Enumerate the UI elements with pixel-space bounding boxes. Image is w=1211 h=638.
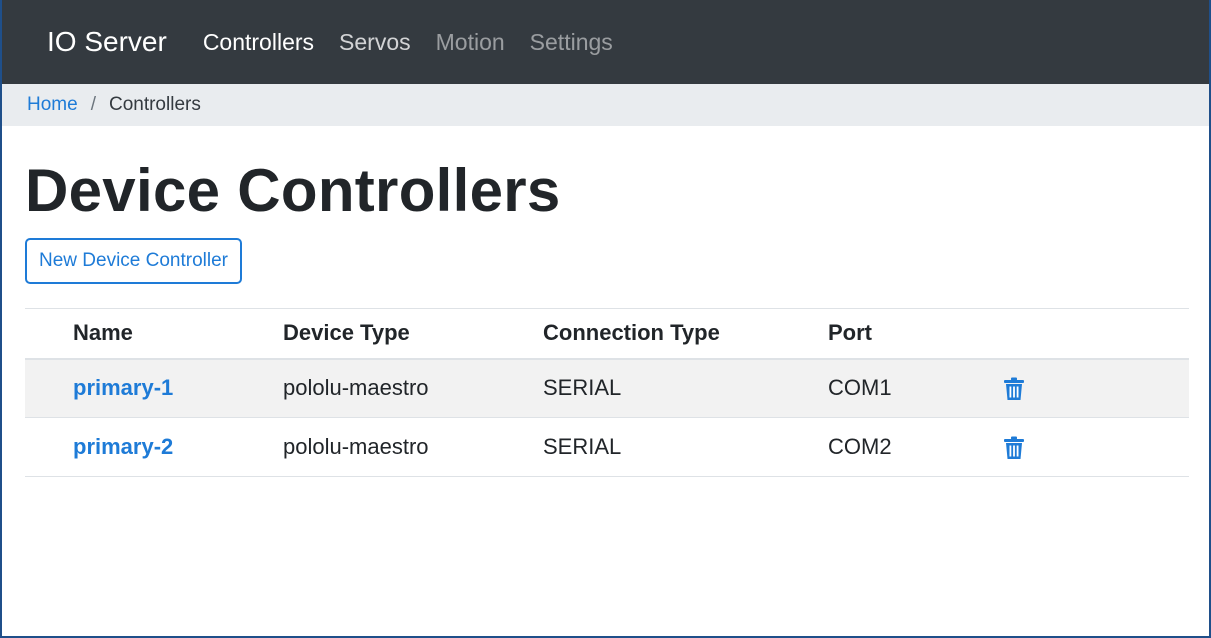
cell-actions: [1003, 358, 1189, 418]
cell-port: COM1: [828, 358, 1003, 418]
controllers-table: Name Device Type Connection Type Port pr…: [25, 308, 1189, 477]
controller-name-link[interactable]: primary-2: [73, 434, 173, 459]
header-device-type: Device Type: [283, 308, 543, 360]
nav-servos[interactable]: Servos: [339, 29, 411, 56]
new-device-controller-button[interactable]: New Device Controller: [25, 238, 243, 284]
trash-icon[interactable]: [1003, 436, 1025, 460]
breadcrumb-current: Controllers: [108, 94, 201, 115]
cell-name: primary-1: [25, 358, 283, 418]
breadcrumb: Home / Controllers: [2, 84, 1209, 126]
cell-device-type: pololu-maestro: [283, 417, 543, 477]
table-row: primary-1 pololu-maestro SERIAL COM1: [25, 358, 1189, 418]
nav-settings[interactable]: Settings: [530, 29, 613, 56]
cell-name: primary-2: [25, 417, 283, 477]
app-window: IO Server Controllers Servos Motion Sett…: [0, 0, 1211, 638]
cell-connection-type: SERIAL: [543, 417, 828, 477]
table-row: primary-2 pololu-maestro SERIAL COM2: [25, 417, 1189, 477]
main-content: Device Controllers New Device Controller…: [2, 158, 1209, 477]
controller-name-link[interactable]: primary-1: [73, 375, 173, 400]
breadcrumb-home-link[interactable]: Home: [27, 94, 78, 116]
cell-port: COM2: [828, 417, 1003, 477]
cell-device-type: pololu-maestro: [283, 358, 543, 418]
table-header-row: Name Device Type Connection Type Port: [25, 308, 1189, 360]
nav-controllers[interactable]: Controllers: [203, 29, 314, 56]
top-navbar: IO Server Controllers Servos Motion Sett…: [2, 0, 1209, 84]
breadcrumb-separator: /: [90, 94, 96, 115]
trash-icon[interactable]: [1003, 377, 1025, 401]
header-name: Name: [25, 308, 283, 360]
nav-motion[interactable]: Motion: [436, 29, 505, 56]
header-port: Port: [828, 308, 1003, 360]
brand-link[interactable]: IO Server: [47, 26, 167, 58]
cell-actions: [1003, 417, 1189, 477]
header-actions: [1003, 308, 1189, 360]
header-connection-type: Connection Type: [543, 308, 828, 360]
page-title: Device Controllers: [25, 157, 561, 224]
cell-connection-type: SERIAL: [543, 358, 828, 418]
